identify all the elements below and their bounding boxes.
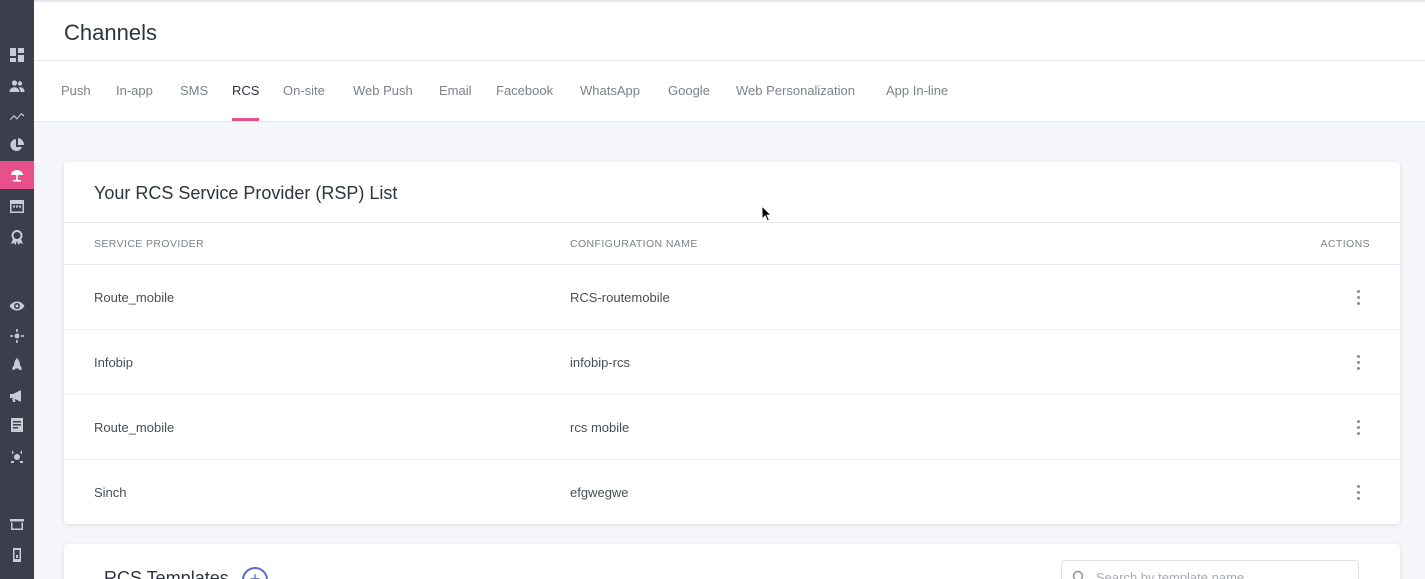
kebab-dot-icon	[1356, 295, 1360, 299]
table-row: Route_mobile rcs mobile	[64, 395, 1400, 460]
main-content: Channels Push In-app SMS RCS On-site Web…	[34, 0, 1425, 579]
channel-tabs: Push In-app SMS RCS On-site Web Push Ema…	[34, 61, 1425, 122]
add-template-button[interactable]: +	[242, 567, 268, 579]
plus-icon: +	[249, 569, 261, 579]
column-configuration-name: CONFIGURATION NAME	[570, 238, 698, 250]
gear-icon[interactable]	[0, 442, 34, 470]
provider-cell: Route_mobile	[94, 420, 175, 435]
table-row: Sinch efgwegwe	[64, 460, 1400, 525]
config-cell: infobip-rcs	[570, 355, 630, 370]
tab-whatsapp[interactable]: WhatsApp	[580, 61, 640, 121]
search-icon	[1072, 570, 1086, 579]
kebab-dot-icon	[1356, 360, 1360, 364]
pie-chart-icon[interactable]	[0, 131, 34, 159]
kebab-dot-icon	[1356, 484, 1360, 488]
tab-sms[interactable]: SMS	[180, 61, 208, 121]
kebab-dot-icon	[1356, 425, 1360, 429]
table-header: SERVICE PROVIDER CONFIGURATION NAME ACTI…	[64, 222, 1400, 265]
badge-icon[interactable]	[0, 223, 34, 251]
table-row: Infobip infobip-rcs	[64, 330, 1400, 395]
tab-facebook[interactable]: Facebook	[496, 61, 553, 121]
table-row: Route_mobile RCS-routemobile	[64, 265, 1400, 330]
provider-cell: Sinch	[94, 485, 127, 500]
dashboard-icon[interactable]	[0, 41, 34, 69]
column-service-provider: SERVICE PROVIDER	[94, 238, 205, 250]
rcs-templates-title: RCS Templates	[104, 568, 229, 579]
kebab-dot-icon	[1356, 289, 1360, 293]
row-actions-menu[interactable]	[1352, 415, 1364, 439]
rcs-templates-card: RCS Templates +	[64, 544, 1400, 579]
tab-email[interactable]: Email	[439, 61, 472, 121]
search-input[interactable]	[1096, 561, 1346, 579]
channels-icon[interactable]	[0, 161, 34, 189]
rocket-icon[interactable]	[0, 351, 34, 379]
page-header: Channels	[34, 2, 1425, 61]
tab-in-app[interactable]: In-app	[116, 61, 153, 121]
megaphone-icon[interactable]	[0, 382, 34, 410]
row-actions-menu[interactable]	[1352, 480, 1364, 504]
config-cell: efgwegwe	[570, 485, 629, 500]
calendar-icon[interactable]	[0, 192, 34, 220]
store-icon[interactable]	[0, 510, 34, 538]
tab-app-in-line[interactable]: App In-line	[886, 61, 948, 121]
kebab-dot-icon	[1356, 301, 1360, 305]
kebab-dot-icon	[1356, 419, 1360, 423]
tab-on-site[interactable]: On-site	[283, 61, 325, 121]
tab-google[interactable]: Google	[668, 61, 710, 121]
eye-icon[interactable]	[0, 292, 34, 320]
kebab-dot-icon	[1356, 366, 1360, 370]
tab-web-push[interactable]: Web Push	[353, 61, 413, 121]
template-search	[1061, 560, 1359, 579]
config-cell: rcs mobile	[570, 420, 630, 435]
tab-web-personalization[interactable]: Web Personalization	[736, 61, 855, 121]
kebab-dot-icon	[1356, 354, 1360, 358]
provider-cell: Route_mobile	[94, 290, 175, 305]
kebab-dot-icon	[1356, 431, 1360, 435]
column-actions: ACTIONS	[1320, 238, 1370, 250]
config-cell: RCS-routemobile	[570, 290, 670, 305]
settings-icon[interactable]	[0, 322, 34, 350]
kebab-dot-icon	[1356, 490, 1360, 494]
page-title: Channels	[64, 20, 157, 45]
document-icon[interactable]	[0, 411, 34, 439]
tab-rcs[interactable]: RCS	[232, 61, 260, 121]
mouse-cursor-icon	[761, 204, 773, 223]
mobile-icon[interactable]	[0, 541, 34, 569]
tab-push[interactable]: Push	[61, 61, 91, 121]
row-actions-menu[interactable]	[1352, 285, 1364, 309]
row-actions-menu[interactable]	[1352, 350, 1364, 374]
rsp-list-card: Your RCS Service Provider (RSP) List SER…	[64, 162, 1400, 524]
users-icon[interactable]	[0, 72, 34, 100]
provider-cell: Infobip	[94, 355, 134, 370]
trend-icon[interactable]	[0, 102, 34, 130]
sidebar	[0, 0, 34, 579]
rsp-list-title: Your RCS Service Provider (RSP) List	[94, 183, 398, 203]
kebab-dot-icon	[1356, 496, 1360, 500]
